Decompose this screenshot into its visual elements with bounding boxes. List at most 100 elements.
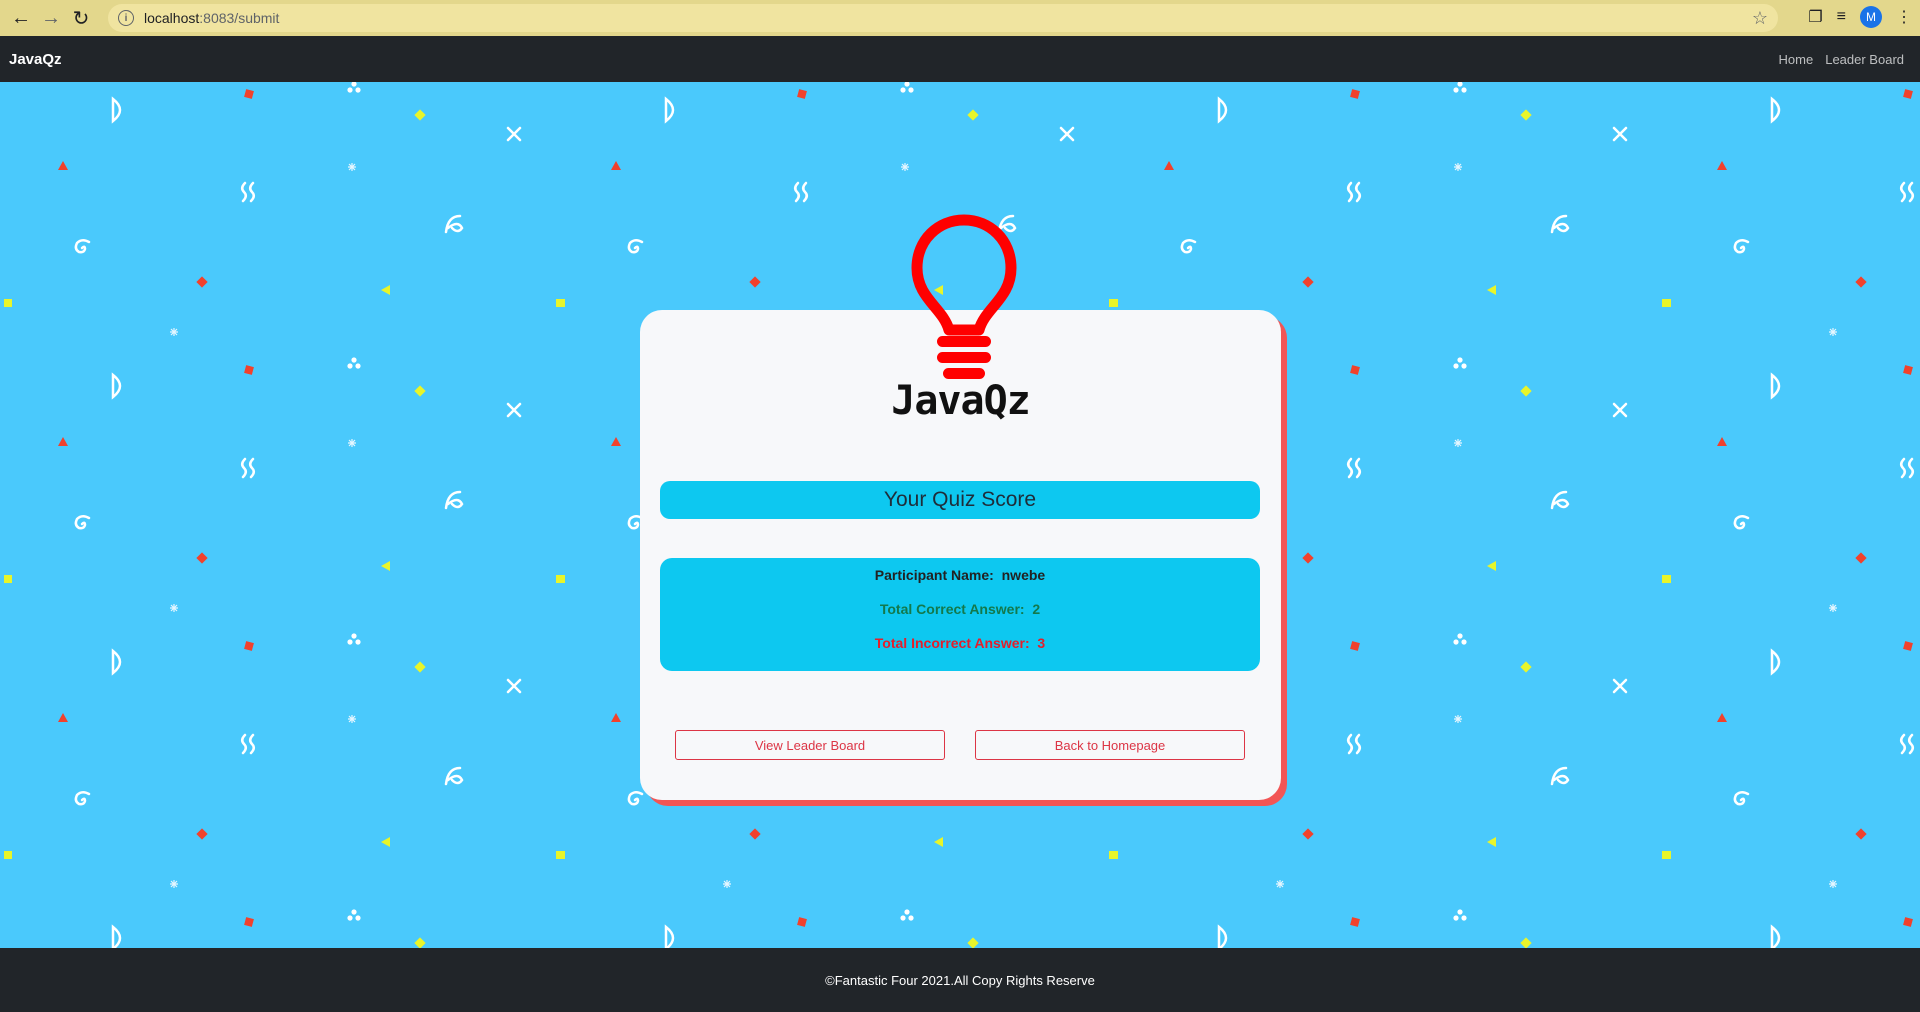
url-path: :8083/submit [199, 10, 280, 26]
pattern-leaf [1550, 214, 1570, 234]
pattern-spiral [74, 239, 91, 254]
pattern-crescent [1770, 648, 1781, 676]
pattern-yellsq [4, 575, 12, 583]
pattern-redsq [1350, 89, 1360, 99]
pattern-yelldia [414, 661, 426, 673]
pattern-squiggle [794, 181, 808, 203]
pattern-dots [347, 357, 361, 369]
pattern-crescent [111, 648, 122, 676]
pattern-dots [900, 82, 914, 93]
pattern-yellsq [1110, 851, 1118, 859]
reload-icon[interactable]: ↻ [66, 3, 96, 33]
pattern-star [170, 328, 178, 336]
pattern-yelldia [967, 937, 979, 948]
pattern-yelltri [934, 837, 943, 847]
pattern-star [1829, 328, 1837, 336]
pattern-squiggle [1900, 457, 1914, 479]
pattern-yelltri [1487, 285, 1496, 295]
pattern-leaf [1550, 490, 1570, 510]
pattern-redtri [611, 437, 621, 446]
pattern-redsq [1903, 917, 1913, 927]
pattern-star [1276, 880, 1284, 888]
pattern-yelldia [414, 937, 426, 948]
participant-label: Participant Name: [874, 567, 994, 583]
pattern-star [1454, 715, 1462, 723]
pattern-crescent [1217, 924, 1228, 948]
pattern-yellsq [4, 851, 12, 859]
nav-link-home[interactable]: Home [1779, 52, 1814, 67]
pattern-redsq [1903, 365, 1913, 375]
score-title: Your Quiz Score [660, 481, 1260, 519]
pattern-yelldia [414, 109, 426, 121]
pattern-star [1829, 604, 1837, 612]
pattern-redsq [1903, 641, 1913, 651]
pattern-dots [347, 909, 361, 921]
url-text[interactable]: localhost:8083/submit [144, 10, 279, 26]
site-info-icon[interactable]: i [118, 10, 134, 26]
extensions-puzzle-icon[interactable]: ❐ [1808, 7, 1822, 27]
url-host: localhost [144, 10, 200, 26]
pattern-squiggle [241, 733, 255, 755]
participant-line: Participant Name: nwebe [660, 567, 1260, 583]
pattern-reddia [196, 552, 208, 564]
back-to-homepage-button[interactable]: Back to Homepage [975, 730, 1245, 760]
pattern-cross [506, 126, 522, 142]
forward-arrow-icon[interactable]: → [36, 3, 66, 33]
nav-link-leader-board[interactable]: Leader Board [1825, 52, 1904, 67]
pattern-spiral [1180, 239, 1197, 254]
browser-toolbar: ← → ↻ i localhost:8083/submit ☆ ❐ ≡ M ⋮ [0, 0, 1920, 36]
pattern-crescent [111, 924, 122, 948]
pattern-reddia [1855, 828, 1867, 840]
pattern-yelldia [1520, 385, 1532, 397]
pattern-reddia [1302, 552, 1314, 564]
pattern-cross [506, 402, 522, 418]
more-menu-icon[interactable]: ⋮ [1896, 7, 1912, 27]
footer-text: ©Fantastic Four 2021.All Copy Rights Res… [825, 972, 1095, 988]
pattern-star [1454, 439, 1462, 447]
pattern-crescent [664, 924, 675, 948]
lightbulb-logo-icon [911, 214, 1017, 379]
pattern-reddia [1302, 276, 1314, 288]
extension-area: ❐ ≡ M ⋮ [1808, 6, 1912, 28]
pattern-redsq [797, 89, 807, 99]
profile-avatar[interactable]: M [1860, 6, 1882, 28]
reading-list-icon[interactable]: ≡ [1837, 8, 1846, 26]
navbar-links: Home Leader Board [1779, 36, 1904, 82]
pattern-star [170, 880, 178, 888]
pattern-spiral [627, 791, 644, 806]
correct-answer-line: Total Correct Answer: 2 [660, 601, 1260, 617]
pattern-squiggle [1347, 181, 1361, 203]
address-bar[interactable]: i localhost:8083/submit ☆ [108, 4, 1778, 32]
navbar-brand[interactable]: JavaQz [9, 51, 62, 68]
pattern-yellsq [1663, 851, 1671, 859]
pattern-squiggle [1900, 733, 1914, 755]
pattern-leaf [1550, 766, 1570, 786]
pattern-leaf [444, 766, 464, 786]
pattern-star [170, 604, 178, 612]
pattern-star [348, 715, 356, 723]
pattern-reddia [1302, 828, 1314, 840]
bookmark-star-icon[interactable]: ☆ [1752, 8, 1768, 29]
back-arrow-icon[interactable]: ← [6, 3, 36, 33]
pattern-cross [1612, 678, 1628, 694]
pattern-dots [1453, 633, 1467, 645]
pattern-redsq [797, 917, 807, 927]
pattern-squiggle [241, 457, 255, 479]
pattern-leaf [444, 490, 464, 510]
pattern-spiral [1733, 239, 1750, 254]
pattern-star [1454, 163, 1462, 171]
pattern-yellsq [1663, 575, 1671, 583]
pattern-dots [347, 82, 361, 93]
pattern-cross [1059, 126, 1075, 142]
pattern-dots [1453, 909, 1467, 921]
participant-name: nwebe [1001, 567, 1046, 583]
pattern-crescent [1770, 96, 1781, 124]
pattern-redtri [611, 713, 621, 722]
pattern-yelldia [1520, 109, 1532, 121]
site-navbar: JavaQz Home Leader Board [0, 36, 1920, 82]
pattern-redsq [1350, 917, 1360, 927]
pattern-reddia [749, 828, 761, 840]
view-leader-board-button[interactable]: View Leader Board [675, 730, 945, 760]
correct-value: 2 [1032, 601, 1041, 617]
pattern-yelldia [967, 109, 979, 121]
